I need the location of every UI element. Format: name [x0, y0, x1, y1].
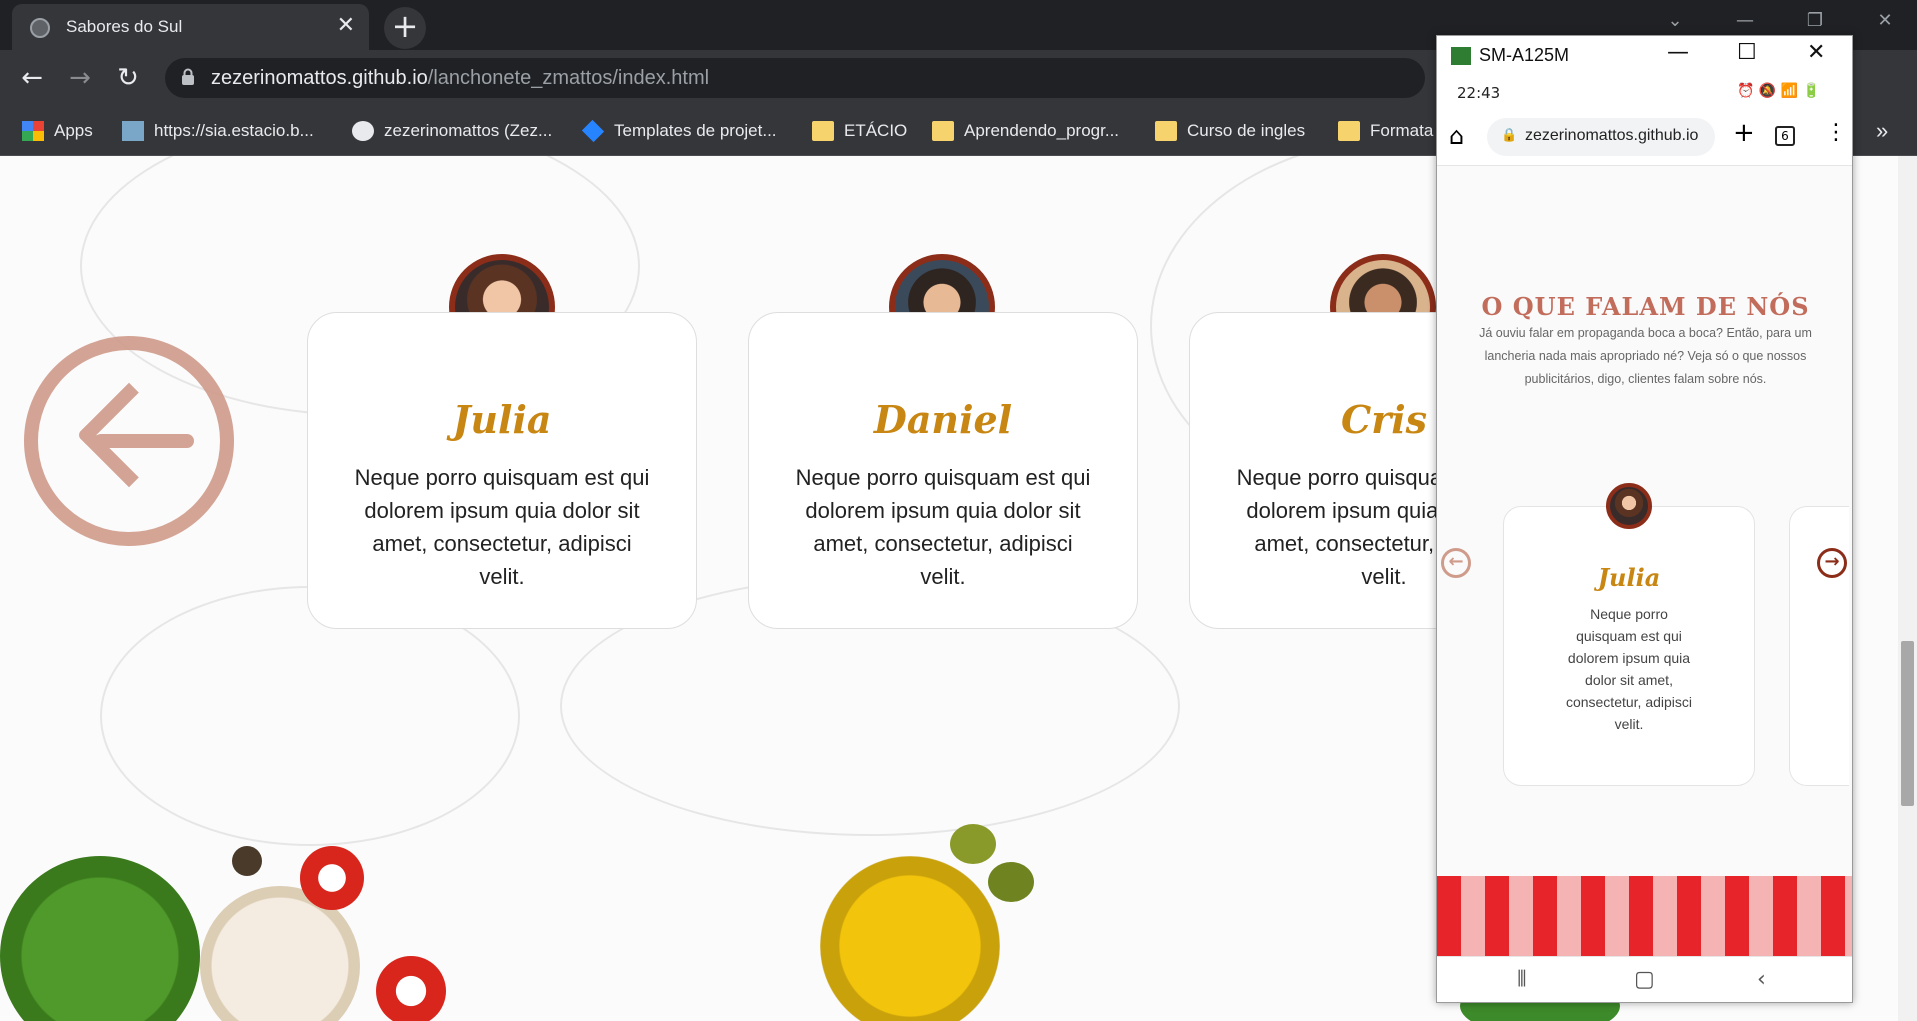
bookmark-apps[interactable]: Apps — [22, 118, 93, 144]
page-scrollbar[interactable] — [1898, 156, 1917, 1021]
testimonial-name: Daniel — [873, 397, 1013, 442]
android-home-icon[interactable]: ▢ — [1634, 967, 1655, 992]
folder-icon — [932, 121, 954, 141]
scrollbar-thumb[interactable] — [1901, 641, 1914, 806]
section-heading: O QUE FALAM DE NÓS — [1481, 292, 1810, 321]
globe-icon — [30, 18, 50, 38]
android-back-icon[interactable]: ‹ — [1757, 967, 1766, 992]
cube-icon — [122, 121, 144, 141]
apps-grid-icon — [22, 121, 44, 141]
close-tab-icon[interactable]: ✕ — [337, 13, 355, 38]
phone-next-card-peek — [1789, 506, 1849, 786]
phone-testimonial-card: Julia Neque porro quisquam est qui dolor… — [1503, 506, 1755, 786]
bookmark-label: https://sia.estacio.b... — [154, 121, 314, 140]
phone-maximize-button[interactable]: ☐ — [1737, 40, 1757, 65]
olive-image — [950, 824, 996, 864]
bookmark-templates[interactable]: Templates de projet... — [581, 118, 777, 144]
bookmark-curso-ingles[interactable]: Curso de ingles — [1155, 118, 1305, 144]
phone-close-button[interactable]: ✕ — [1807, 40, 1825, 65]
bookmark-aprendendo[interactable]: Aprendendo_progr... — [932, 118, 1119, 144]
checkered-tablecloth-image — [1437, 876, 1852, 956]
github-icon — [352, 121, 374, 141]
section-intro: Já ouviu falar em propaganda boca a boca… — [1479, 326, 1812, 386]
forward-button[interactable]: → — [60, 58, 100, 98]
tomato-image — [300, 846, 364, 910]
url-text: zezerinomattos.github.io/lanchonete_zmat… — [211, 67, 709, 90]
bookmark-label: ETÁCIO — [844, 121, 908, 140]
phone-status-bar: 22:43 ⏰ 🔕 📶 🔋 — [1437, 78, 1852, 108]
lock-icon: 🔒 — [1501, 128, 1518, 143]
recents-icon[interactable]: ⦀ — [1517, 967, 1527, 992]
olive-image — [988, 862, 1034, 902]
url-path: /lanchonete_zmattos/index.html — [427, 67, 710, 89]
phone-url-field[interactable]: 🔒 zezerinomattos.github.io — [1487, 118, 1715, 156]
phone-page-content: O QUE FALAM DE NÓS Já ouviu falar em pro… — [1437, 166, 1852, 956]
folder-icon — [1155, 121, 1177, 141]
testimonial-text: Neque porro quisquam est qui dolorem ips… — [795, 465, 1091, 589]
bookmark-label: Formata — [1370, 121, 1434, 140]
bookmark-label: Aprendendo_progr... — [964, 121, 1120, 140]
olive-oil-bowl-image — [820, 856, 1000, 1021]
testimonial-card: Julia Neque porro quisquam est qui dolor… — [307, 312, 697, 629]
bookmark-etacio[interactable]: ETÁCIO — [812, 118, 907, 144]
bookmark-label: zezerinomattos (Zez... — [384, 121, 553, 140]
new-tab-button[interactable]: + — [384, 7, 426, 49]
phone-avatar-julia — [1606, 483, 1652, 529]
testimonial-text: Neque porro quisquam est qui dolorem ips… — [354, 465, 650, 589]
phone-testimonial-text: Neque porro quisquam est qui dolorem ips… — [1565, 606, 1693, 732]
new-tab-icon[interactable]: + — [1733, 118, 1755, 148]
diamond-icon — [581, 119, 605, 143]
phone-window-titlebar: SM-A125M — ☐ ✕ — [1437, 36, 1852, 78]
address-bar[interactable]: zezerinomattos.github.io/lanchonete_zmat… — [165, 58, 1425, 98]
folder-icon — [812, 121, 834, 141]
window-close-button[interactable]: ✕ — [1850, 0, 1917, 44]
phone-url-text: zezerinomattos.github.io — [1525, 127, 1699, 144]
phone-minimize-button[interactable]: — — [1667, 40, 1689, 65]
carousel-prev-arrow-icon[interactable] — [24, 336, 234, 546]
bookmark-label: Apps — [54, 121, 93, 140]
bookmarks-overflow-icon[interactable]: » — [1876, 118, 1888, 144]
home-icon[interactable]: ⌂ — [1449, 122, 1464, 150]
url-host: zezerinomattos.github.io — [211, 67, 428, 89]
android-nav-bar: ⦀ ▢ ‹ — [1437, 956, 1852, 1002]
status-icons: ⏰ 🔕 📶 🔋 — [1737, 83, 1821, 99]
tab-count-button[interactable]: 6 — [1775, 126, 1795, 146]
android-icon — [1451, 47, 1471, 65]
phone-window-title: SM-A125M — [1479, 45, 1570, 65]
bookmark-label: Curso de ingles — [1187, 121, 1306, 140]
phone-testimonial-name: Julia — [1597, 563, 1661, 592]
tomato-image — [376, 956, 446, 1021]
phone-clock: 22:43 — [1457, 84, 1501, 102]
basil-image — [0, 856, 200, 1021]
menu-icon[interactable]: ⋮ — [1825, 120, 1847, 145]
folder-icon — [1338, 121, 1360, 141]
phone-next-arrow-icon[interactable]: → — [1817, 548, 1847, 578]
reload-button[interactable]: ↻ — [108, 58, 148, 98]
bookmark-label: Templates de projet... — [614, 121, 777, 140]
peppercorn-image — [232, 846, 262, 876]
testimonial-card: Daniel Neque porro quisquam est qui dolo… — [748, 312, 1138, 629]
back-button[interactable]: ← — [12, 58, 52, 98]
lock-icon — [182, 68, 194, 85]
bookmark-sia[interactable]: https://sia.estacio.b... — [122, 118, 314, 144]
bookmark-formata[interactable]: Formata — [1338, 118, 1433, 144]
phone-mirror-window: SM-A125M — ☐ ✕ 22:43 ⏰ 🔕 📶 🔋 ⌂ 🔒 zezerin… — [1436, 35, 1853, 1003]
phone-prev-arrow-icon[interactable]: ← — [1441, 548, 1471, 578]
phone-address-bar: ⌂ 🔒 zezerinomattos.github.io + 6 ⋮ — [1437, 108, 1852, 166]
browser-tab[interactable]: Sabores do Sul ✕ — [12, 4, 369, 50]
testimonial-name: Julia — [452, 397, 552, 442]
bookmark-github[interactable]: zezerinomattos (Zez... — [352, 118, 552, 144]
tab-title: Sabores do Sul — [66, 17, 183, 36]
